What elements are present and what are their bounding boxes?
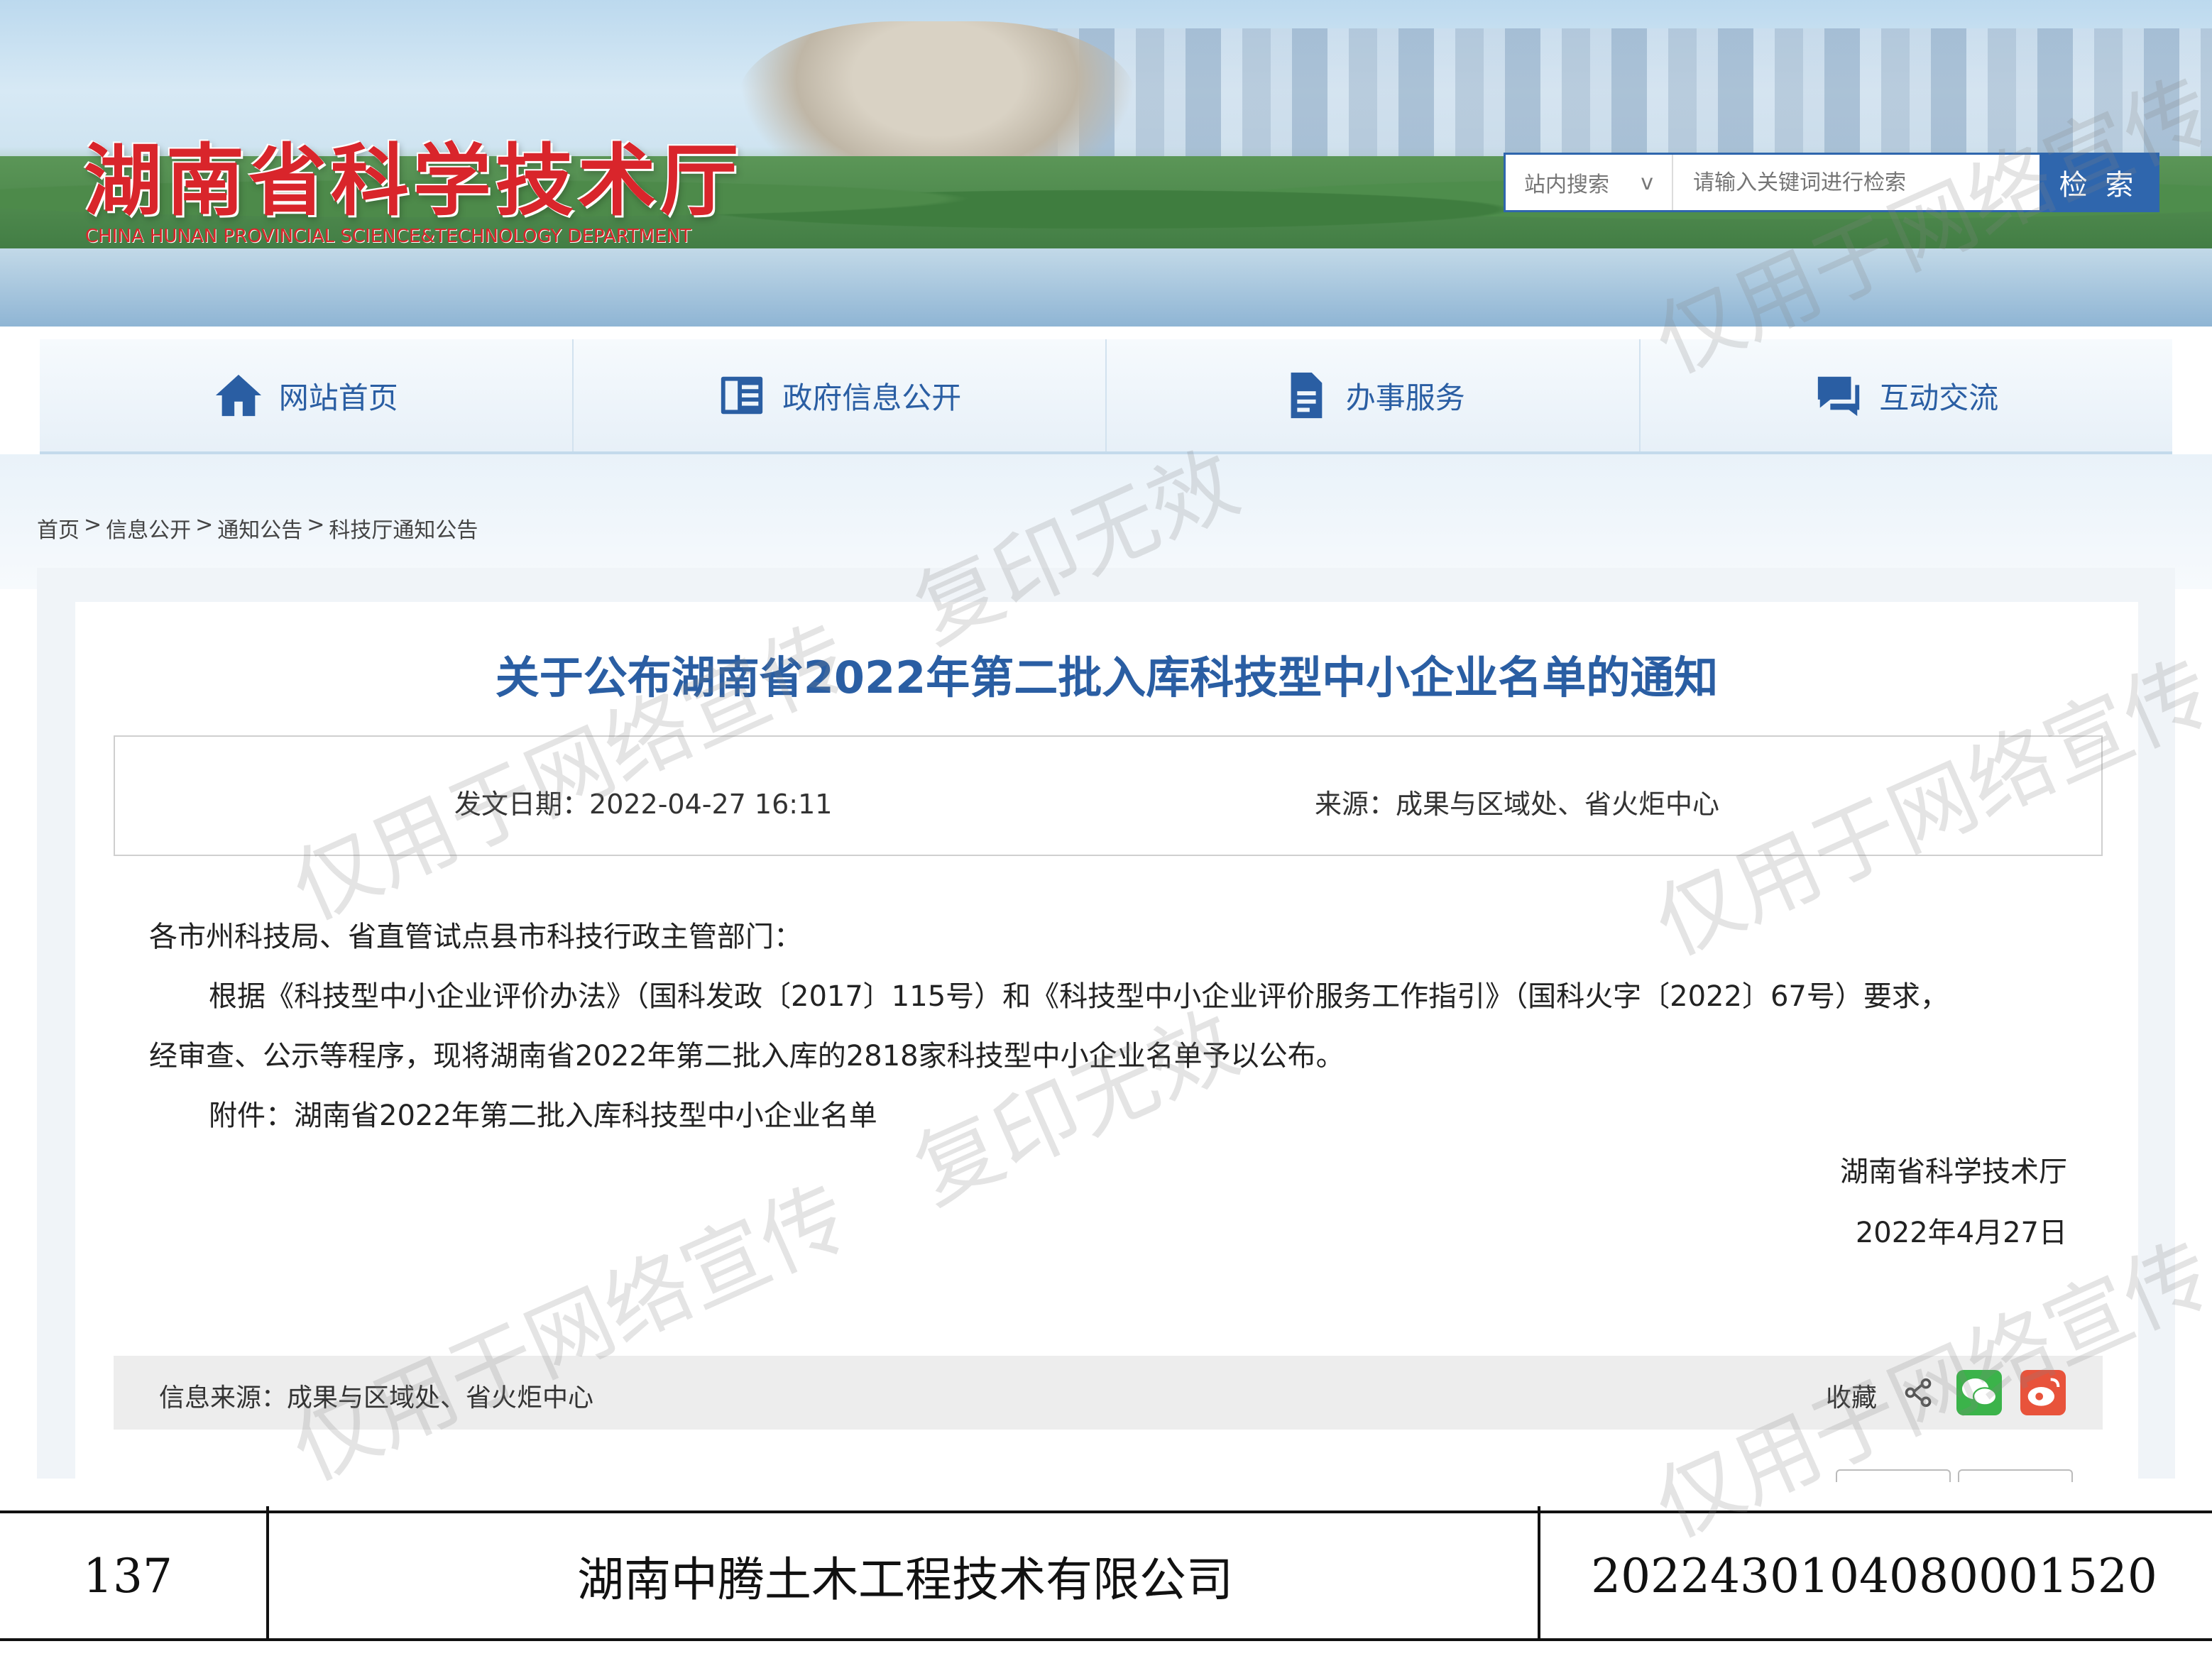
breadcrumb-info[interactable]: 信息公开 xyxy=(106,512,191,544)
table-bottom xyxy=(0,1641,2212,1656)
home-icon xyxy=(215,374,261,417)
chat-icon xyxy=(1818,376,1860,417)
document-icon xyxy=(1291,372,1323,419)
site-title[interactable]: 湖南省科学技术厅 xyxy=(84,117,743,231)
breadcrumb-notices[interactable]: 通知公告 xyxy=(217,512,302,544)
favorite-button[interactable]: 收藏 xyxy=(1826,1377,1877,1414)
breadcrumb-dept-notices[interactable]: 科技厅通知公告 xyxy=(329,512,478,544)
company-name: 湖南中腾土木工程技术有限公司 xyxy=(577,1552,1233,1607)
nav-item-label: 网站首页 xyxy=(278,380,398,415)
nav-item-label: 办事服务 xyxy=(1345,380,1465,415)
chevron-down-icon: v xyxy=(1641,170,1653,195)
signer: 湖南省科学技术厅 xyxy=(1840,1156,2067,1188)
tab-stub xyxy=(1958,1469,2073,1482)
article-title: 关于公布湖南省2022年第二批入库科技型中小企业名单的通知 xyxy=(495,652,1719,703)
breadcrumb-separator: > xyxy=(84,512,102,537)
publish-date: 发文日期：2022-04-27 16:11 xyxy=(454,789,833,820)
nav-item-gov-info[interactable]: 政府信息公开 xyxy=(573,339,1107,451)
search-scope-select[interactable]: 站内搜索 v xyxy=(1506,155,1673,210)
search-input[interactable] xyxy=(1673,155,2039,210)
river-image xyxy=(0,248,2212,327)
paragraph: 根据《科技型中小企业评价办法》（国科发政〔2017〕115号）和《科技型中小企业… xyxy=(209,980,1949,1013)
breadcrumb-home[interactable]: 首页 xyxy=(37,512,80,544)
share-icon[interactable] xyxy=(1902,1377,1934,1408)
wechat-share-icon[interactable] xyxy=(1956,1370,2002,1415)
search-button[interactable]: 检 索 xyxy=(2039,155,2157,210)
book-icon xyxy=(721,376,763,415)
nav-item-services[interactable]: 办事服务 xyxy=(1107,339,1641,451)
table-divider xyxy=(266,1506,269,1648)
article-source: 来源：成果与区域处、省火炬中心 xyxy=(1315,789,1720,820)
table-row: 137 湖南中腾土木工程技术有限公司 2022430104080001520 xyxy=(0,1506,2212,1648)
paragraph-continued: 经审查、公示等程序，现将湖南省2022年第二批入库的2818家科技型中小企业名单… xyxy=(149,1040,1345,1073)
info-source: 信息来源：成果与区域处、省火炬中心 xyxy=(159,1383,594,1413)
company-code: 2022430104080001520 xyxy=(1591,1548,2157,1603)
article-meta: 发文日期：2022-04-27 16:11 来源：成果与区域处、省火炬中心 xyxy=(114,735,2103,856)
breadcrumb-separator: > xyxy=(307,512,325,537)
site-subtitle: CHINA HUNAN PROVINCIAL SCIENCE&TECHNOLOG… xyxy=(85,226,691,247)
article-body: 各市州科技局、省直管试点县市科技行政主管部门： 根据《科技型中小企业评价办法》（… xyxy=(149,907,2123,1146)
tab-stub xyxy=(1836,1469,1951,1482)
attachment-link[interactable]: 附件：湖南省2022年第二批入库科技型中小企业名单 xyxy=(149,1086,2123,1146)
row-index: 137 xyxy=(83,1548,173,1603)
main-nav: 网站首页 政府信息公开 办事服务 互动交流 xyxy=(40,339,2172,454)
nav-item-label: 政府信息公开 xyxy=(782,380,962,415)
nav-item-home[interactable]: 网站首页 xyxy=(40,339,574,451)
sign-date: 2022年4月27日 xyxy=(1855,1217,2067,1249)
breadcrumb: 首页 > 信息公开 > 通知公告 > 科技厅通知公告 xyxy=(37,512,478,544)
weibo-share-icon[interactable] xyxy=(2020,1370,2066,1415)
nav-item-label: 互动交流 xyxy=(1879,380,1999,415)
article-card: 关于公布湖南省2022年第二批入库科技型中小企业名单的通知 发文日期：2022-… xyxy=(75,602,2138,1482)
nav-item-interaction[interactable]: 互动交流 xyxy=(1640,339,2172,451)
search-scope-label: 站内搜索 xyxy=(1524,172,1609,197)
article-footer: 信息来源：成果与区域处、省火炬中心 收藏 xyxy=(114,1356,2103,1430)
breadcrumb-separator: > xyxy=(195,512,214,537)
salutation: 各市州科技局、省直管试点县市科技行政主管部门： xyxy=(149,921,802,953)
search-bar: 站内搜索 v 检 索 xyxy=(1504,153,2159,212)
